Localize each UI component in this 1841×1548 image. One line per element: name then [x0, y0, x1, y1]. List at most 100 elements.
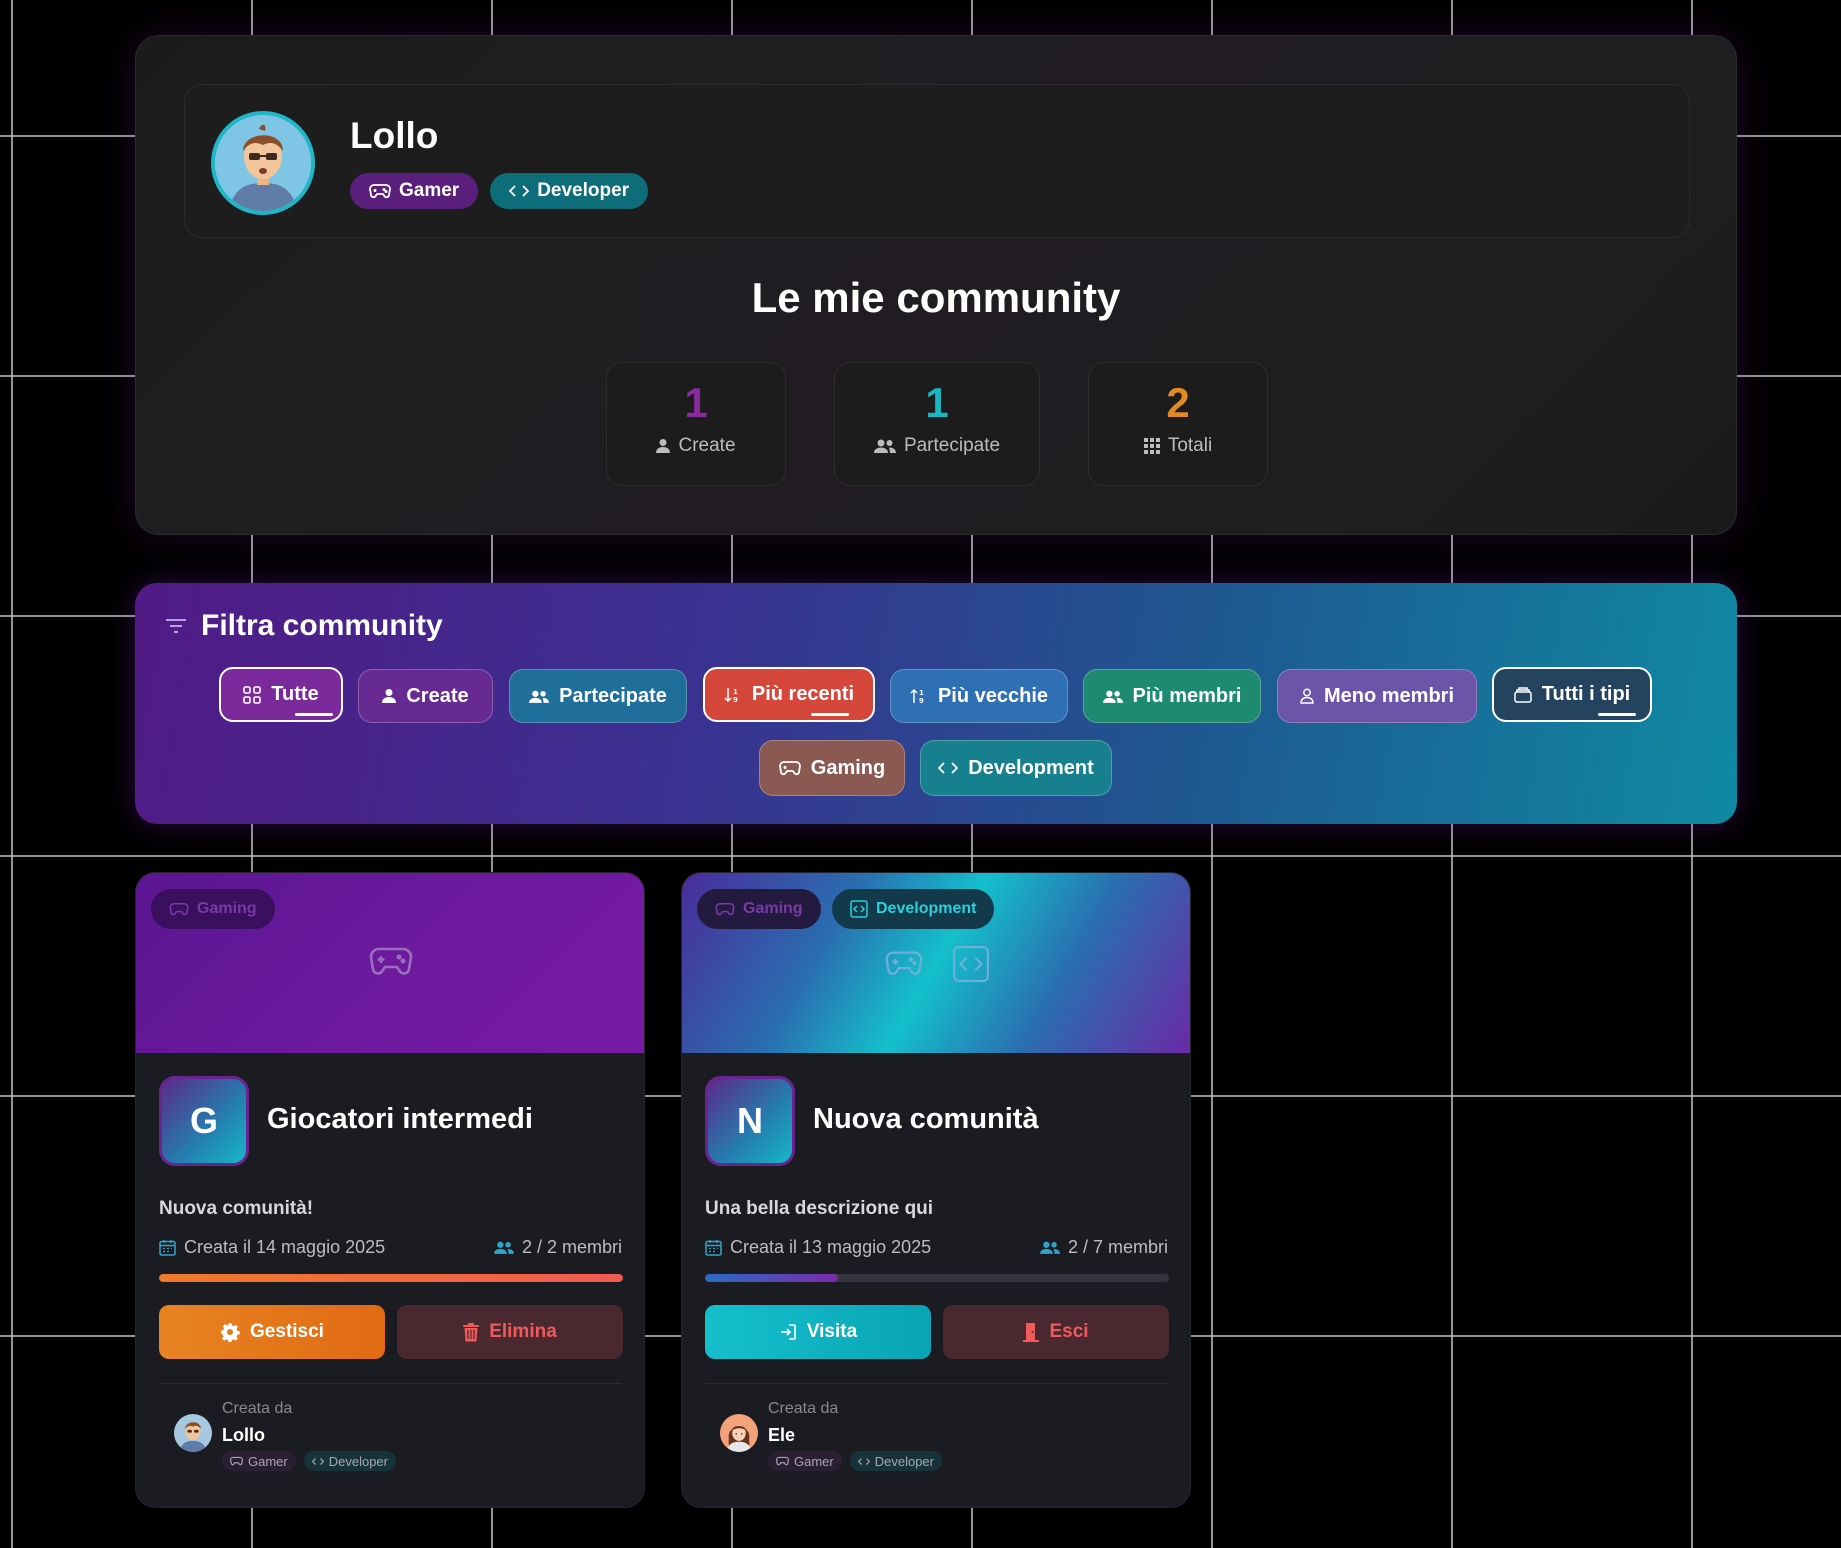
visit-button-label: Visita: [806, 1321, 858, 1342]
code-icon: [952, 945, 990, 983]
filter-chip-joined[interactable]: Partecipate: [509, 669, 687, 723]
user-outline-icon: [1300, 688, 1314, 704]
creator-name[interactable]: Ele: [768, 1425, 795, 1446]
member-count: 2 / 7 membri: [1039, 1237, 1168, 1258]
mini-badge-label: Developer: [328, 1453, 388, 1469]
code-icon: [311, 1457, 324, 1466]
created-by-label: Creata da: [768, 1400, 839, 1417]
chip-label: Partecipate: [559, 684, 667, 707]
delete-button-label: Elimina: [489, 1321, 557, 1342]
chip-label: Development: [968, 756, 1094, 779]
creator-roles: Gamer Developer: [222, 1451, 396, 1471]
users-icon: [529, 689, 550, 704]
leave-button[interactable]: Esci: [943, 1305, 1169, 1359]
manage-button-label: Gestisci: [250, 1321, 324, 1342]
chip-label: Meno membri: [1323, 684, 1455, 707]
community-card[interactable]: Gaming G Giocatori intermedi Nuova comun…: [135, 872, 645, 1508]
active-indicator: [811, 713, 849, 716]
grid-icon: [243, 685, 262, 704]
svg-text:1: 1: [733, 688, 738, 696]
filter-chip-all-types[interactable]: Tutti i tipi: [1492, 667, 1652, 722]
calendar-icon: [705, 1239, 722, 1256]
tag-label: Gaming: [743, 900, 803, 917]
role-badges: Gamer Developer: [350, 173, 649, 209]
svg-text:9: 9: [919, 697, 924, 705]
chip-label: Tutte: [271, 683, 319, 705]
svg-text:9: 9: [733, 696, 738, 704]
community-initial: N: [705, 1076, 795, 1166]
stat-value: 1: [684, 379, 708, 426]
avatar[interactable]: [211, 111, 315, 215]
users-icon: [873, 438, 896, 454]
filter-chip-newest[interactable]: 19 Più recenti: [703, 667, 875, 722]
profile-panel: Lollo Gamer Developer Le mie community 1…: [135, 35, 1737, 535]
created-date-text: Creata il 14 maggio 2025: [184, 1237, 386, 1257]
community-name[interactable]: Nuova comunità: [813, 1103, 1039, 1136]
user-name: Lollo: [350, 115, 439, 156]
mini-badge-label: Developer: [874, 1453, 934, 1469]
community-description: Nuova comunità!: [159, 1198, 314, 1219]
member-count-text: 2 / 2 membri: [521, 1237, 622, 1257]
chip-label: Create: [406, 684, 469, 707]
role-label: Gamer: [399, 180, 460, 201]
stat-label: Create: [678, 435, 736, 456]
code-icon: [938, 761, 959, 775]
stat-label: Partecipate: [903, 435, 1001, 456]
stat-joined[interactable]: 1 Partecipate: [834, 362, 1040, 486]
stat-value: 2: [1166, 379, 1190, 426]
filter-chip-development[interactable]: Development: [920, 740, 1112, 796]
gamepad-icon: [715, 902, 735, 916]
filter-chip-gaming[interactable]: Gaming: [759, 740, 905, 796]
filter-chip-most-members[interactable]: Più membri: [1083, 669, 1261, 723]
filter-icon: [165, 618, 187, 634]
chip-label: Più membri: [1132, 684, 1242, 707]
gamepad-icon: [230, 1456, 243, 1466]
user-icon: [382, 688, 397, 704]
manage-button[interactable]: Gestisci: [159, 1305, 385, 1359]
grid-icon: [1143, 438, 1160, 454]
community-name[interactable]: Giocatori intermedi: [267, 1103, 533, 1136]
section-title: Le mie community: [751, 274, 1121, 321]
tag-label: Development: [876, 900, 977, 917]
member-progress-bar: [159, 1274, 623, 1282]
creator-avatar[interactable]: [720, 1414, 758, 1452]
mini-badge-developer: Developer: [849, 1451, 942, 1471]
created-by-label: Creata da: [222, 1400, 293, 1417]
created-date: Creata il 13 maggio 2025: [705, 1237, 931, 1258]
visit-button[interactable]: Visita: [705, 1305, 931, 1359]
filter-chip-oldest[interactable]: 19 Più vecchie: [890, 669, 1068, 723]
mini-badge-gamer: Gamer: [222, 1451, 296, 1471]
created-date: Creata il 14 maggio 2025: [159, 1237, 385, 1258]
tag-development: Development: [832, 889, 995, 929]
filter-title: Filtra community: [201, 609, 443, 642]
member-progress-fill: [159, 1274, 623, 1282]
active-indicator: [1598, 713, 1636, 716]
community-card[interactable]: Gaming Development N Nuova comunità Una …: [681, 872, 1191, 1508]
profile-card: Lollo Gamer Developer: [184, 84, 1690, 238]
role-label: Developer: [537, 180, 630, 201]
filter-chip-fewest-members[interactable]: Meno membri: [1277, 669, 1477, 723]
chip-label: Più recenti: [751, 683, 855, 705]
role-badge-gamer: Gamer: [350, 173, 479, 209]
stat-total[interactable]: 2 Totali: [1088, 362, 1268, 486]
community-initial: G: [159, 1076, 249, 1166]
sort-desc-icon: 19: [724, 686, 742, 704]
calendar-icon: [159, 1239, 176, 1256]
sign-in-icon: [779, 1323, 797, 1341]
sort-asc-icon: 19: [910, 687, 928, 705]
card-banner: Gaming Development: [682, 873, 1190, 1053]
code-icon: [850, 900, 868, 918]
filter-chip-created[interactable]: Create: [358, 669, 493, 723]
filter-chip-all[interactable]: Tutte: [219, 667, 343, 722]
delete-button[interactable]: Elimina: [397, 1305, 623, 1359]
user-icon: [656, 438, 671, 454]
creator-name[interactable]: Lollo: [222, 1425, 265, 1446]
gamepad-icon: [885, 949, 923, 977]
users-icon: [1039, 1240, 1060, 1255]
stat-created[interactable]: 1 Create: [606, 362, 786, 486]
mini-badge-label: Gamer: [248, 1453, 288, 1469]
role-badge-developer: Developer: [490, 173, 649, 209]
users-icon: [493, 1240, 514, 1255]
member-count-text: 2 / 7 membri: [1067, 1237, 1168, 1257]
creator-avatar[interactable]: [174, 1414, 212, 1452]
